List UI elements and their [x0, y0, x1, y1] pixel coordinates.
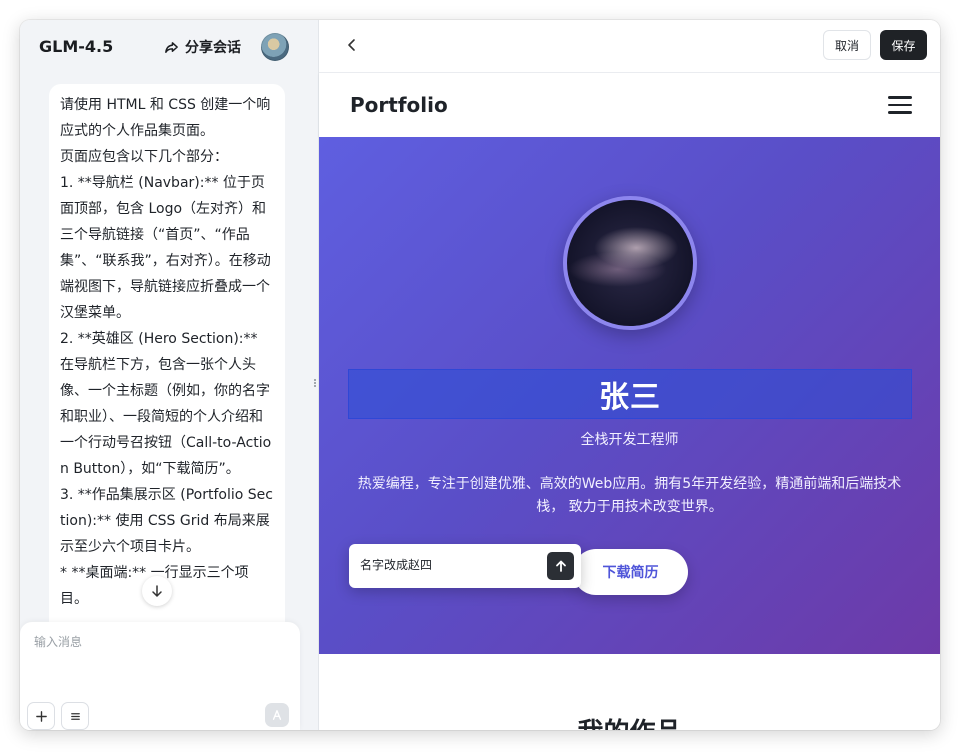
- hero-role: 全栈开发工程师: [580, 432, 679, 448]
- hero-name[interactable]: 张三: [599, 372, 661, 416]
- message-line: 请使用 HTML 和 CSS 创建一个响应式的个人作品集页面。: [60, 97, 271, 139]
- selected-element-outline[interactable]: 张三: [348, 369, 912, 419]
- list-icon: [70, 712, 80, 720]
- site-navbar: Portfolio: [319, 73, 940, 137]
- share-session-button[interactable]: 分享会话: [164, 35, 241, 59]
- message-input[interactable]: [32, 634, 286, 650]
- hero-bio: 热爱编程，专注于创建优雅、高效的Web应用。拥有5年开发经验，精通前端和后端技术…: [357, 476, 902, 515]
- back-button[interactable]: [341, 34, 363, 56]
- user-avatar[interactable]: [261, 33, 289, 61]
- message-composer: [20, 622, 300, 730]
- panel-resize-handle[interactable]: [313, 378, 317, 390]
- message-line: 1. **导航栏 (Navbar):** 位于页面顶部，包含 Logo（左对齐）…: [60, 175, 271, 321]
- download-resume-button[interactable]: 下载简历: [573, 549, 688, 595]
- app-window: GLM-4.5 分享会话 请使用 HTML 和 CSS 创建一个响应式的个人作品…: [20, 20, 940, 730]
- hero-avatar: [563, 196, 697, 330]
- preview-toolbar: 取消 保存: [319, 20, 940, 73]
- edit-submit-button[interactable]: [547, 552, 574, 580]
- inline-edit-popover: [349, 544, 581, 588]
- cancel-button[interactable]: 取消: [823, 30, 871, 60]
- send-mark-icon: [272, 710, 282, 720]
- preview-panel: 取消 保存 Portfolio 张三 全栈开发工程师 热爱编程，专注于创建优雅、…: [319, 20, 940, 730]
- model-name[interactable]: GLM-4.5: [39, 37, 113, 56]
- chat-panel: GLM-4.5 分享会话 请使用 HTML 和 CSS 创建一个响应式的个人作品…: [20, 20, 319, 730]
- chat-header: GLM-4.5 分享会话: [20, 20, 318, 76]
- portfolio-section-title: 我的作品: [319, 718, 940, 730]
- add-attachment-button[interactable]: [27, 702, 55, 730]
- plus-icon: [35, 710, 47, 722]
- message-line: 2. **英雄区 (Hero Section):** 在导航栏下方，包含一张个人…: [60, 331, 272, 477]
- hamburger-menu-icon[interactable]: [888, 96, 912, 114]
- chevron-left-icon: [348, 39, 355, 51]
- site-logo[interactable]: Portfolio: [350, 93, 448, 117]
- user-message-bubble: 请使用 HTML 和 CSS 创建一个响应式的个人作品集页面。 页面应包含以下几…: [49, 84, 285, 644]
- share-session-label: 分享会话: [185, 40, 241, 56]
- message-line: 页面应包含以下几个部分：: [60, 149, 228, 165]
- user-message-text: 请使用 HTML 和 CSS 创建一个响应式的个人作品集页面。 页面应包含以下几…: [49, 84, 285, 612]
- message-line: 3. **作品集展示区 (Portfolio Section):** 使用 CS…: [60, 487, 273, 555]
- scroll-to-bottom-button[interactable]: [142, 576, 172, 606]
- hero-section: 张三 全栈开发工程师 热爱编程，专注于创建优雅、高效的Web应用。拥有5年开发经…: [319, 137, 940, 654]
- arrow-up-icon: [555, 560, 566, 572]
- send-message-button[interactable]: [265, 703, 289, 727]
- options-button[interactable]: [61, 702, 89, 730]
- share-arrow-icon: [165, 41, 178, 53]
- save-button[interactable]: 保存: [880, 30, 927, 60]
- edit-instruction-input[interactable]: [360, 557, 540, 571]
- arrow-down-icon: [152, 585, 162, 597]
